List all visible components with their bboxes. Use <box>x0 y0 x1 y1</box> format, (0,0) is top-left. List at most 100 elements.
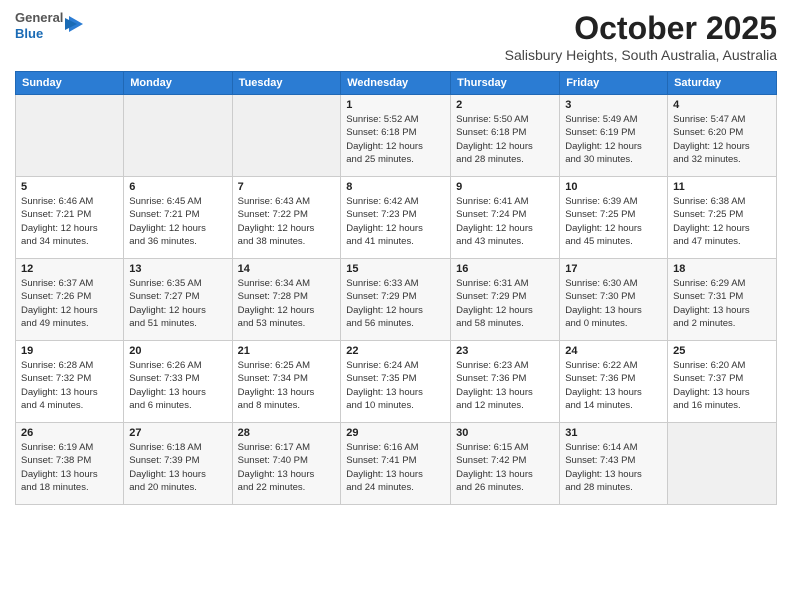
day-info: Sunrise: 6:29 AM Sunset: 7:31 PM Dayligh… <box>673 277 771 330</box>
day-info: Sunrise: 6:23 AM Sunset: 7:36 PM Dayligh… <box>456 359 554 412</box>
calendar-cell: 14 Sunrise: 6:34 AM Sunset: 7:28 PM Dayli… <box>232 259 341 341</box>
week-row-3: 19 Sunrise: 6:28 AM Sunset: 7:32 PM Dayli… <box>16 341 777 423</box>
calendar-cell: 17Sunrise: 6:30 AM Sunset: 7:30 PM Dayli… <box>560 259 668 341</box>
day-number: 5 <box>21 181 118 193</box>
weekday-row: SundayMondayTuesdayWednesdayThursdayFrid… <box>16 72 777 95</box>
day-info: Sunrise: 5:50 AM Sunset: 6:18 PM Dayligh… <box>456 113 554 166</box>
calendar-cell: 30 Sunrise: 6:15 AM Sunset: 7:42 PM Dayli… <box>451 423 560 505</box>
calendar-cell: 3Sunrise: 5:49 AM Sunset: 6:19 PM Daylig… <box>560 95 668 177</box>
day-number: 13 <box>129 263 226 275</box>
calendar-cell: 25 Sunrise: 6:20 AM Sunset: 7:37 PM Dayli… <box>668 341 777 423</box>
calendar-cell: 10 Sunrise: 6:39 AM Sunset: 7:25 PM Dayli… <box>560 177 668 259</box>
calendar-cell <box>232 95 341 177</box>
calendar-cell: 23 Sunrise: 6:23 AM Sunset: 7:36 PM Dayli… <box>451 341 560 423</box>
calendar-cell: 21 Sunrise: 6:25 AM Sunset: 7:34 PM Dayli… <box>232 341 341 423</box>
day-info: Sunrise: 6:38 AM Sunset: 7:25 PM Dayligh… <box>673 195 771 248</box>
day-number: 4 <box>673 99 771 111</box>
day-info: Sunrise: 6:41 AM Sunset: 7:24 PM Dayligh… <box>456 195 554 248</box>
calendar-body: 1Sunrise: 5:52 AM Sunset: 6:18 PM Daylig… <box>16 95 777 505</box>
day-info: Sunrise: 5:52 AM Sunset: 6:18 PM Dayligh… <box>346 113 445 166</box>
calendar-cell: 26Sunrise: 6:19 AM Sunset: 7:38 PM Dayli… <box>16 423 124 505</box>
day-number: 29 <box>346 427 445 439</box>
calendar-cell: 8 Sunrise: 6:42 AM Sunset: 7:23 PM Daylig… <box>341 177 451 259</box>
calendar-cell: 24 Sunrise: 6:22 AM Sunset: 7:36 PM Dayli… <box>560 341 668 423</box>
day-info: Sunrise: 6:45 AM Sunset: 7:21 PM Dayligh… <box>129 195 226 248</box>
day-number: 14 <box>238 263 336 275</box>
calendar-cell: 13 Sunrise: 6:35 AM Sunset: 7:27 PM Dayli… <box>124 259 232 341</box>
day-info: Sunrise: 6:14 AM Sunset: 7:43 PM Dayligh… <box>565 441 662 494</box>
day-number: 8 <box>346 181 445 193</box>
calendar-cell <box>668 423 777 505</box>
calendar-cell: 28 Sunrise: 6:17 AM Sunset: 7:40 PM Dayli… <box>232 423 341 505</box>
logo-general: General <box>15 10 63 26</box>
day-number: 6 <box>129 181 226 193</box>
header: General Blue October 2025 Salisbury Heig… <box>15 10 777 63</box>
calendar-cell: 7Sunrise: 6:43 AM Sunset: 7:22 PM Daylig… <box>232 177 341 259</box>
day-info: Sunrise: 6:28 AM Sunset: 7:32 PM Dayligh… <box>21 359 118 412</box>
weekday-header-friday: Friday <box>560 72 668 95</box>
day-info: Sunrise: 6:15 AM Sunset: 7:42 PM Dayligh… <box>456 441 554 494</box>
calendar-cell: 18 Sunrise: 6:29 AM Sunset: 7:31 PM Dayli… <box>668 259 777 341</box>
day-number: 9 <box>456 181 554 193</box>
day-number: 19 <box>21 345 118 357</box>
calendar-cell: 22Sunrise: 6:24 AM Sunset: 7:35 PM Dayli… <box>341 341 451 423</box>
calendar-cell: 2Sunrise: 5:50 AM Sunset: 6:18 PM Daylig… <box>451 95 560 177</box>
page: General Blue October 2025 Salisbury Heig… <box>0 0 792 612</box>
day-info: Sunrise: 6:34 AM Sunset: 7:28 PM Dayligh… <box>238 277 336 330</box>
day-number: 15 <box>346 263 445 275</box>
day-info: Sunrise: 6:17 AM Sunset: 7:40 PM Dayligh… <box>238 441 336 494</box>
day-info: Sunrise: 6:18 AM Sunset: 7:39 PM Dayligh… <box>129 441 226 494</box>
day-number: 21 <box>238 345 336 357</box>
weekday-header-sunday: Sunday <box>16 72 124 95</box>
calendar-cell: 4 Sunrise: 5:47 AM Sunset: 6:20 PM Daylig… <box>668 95 777 177</box>
day-number: 10 <box>565 181 662 193</box>
day-number: 22 <box>346 345 445 357</box>
day-number: 11 <box>673 181 771 193</box>
weekday-header-thursday: Thursday <box>451 72 560 95</box>
logo-blue: Blue <box>15 26 63 42</box>
calendar-cell: 1Sunrise: 5:52 AM Sunset: 6:18 PM Daylig… <box>341 95 451 177</box>
day-number: 25 <box>673 345 771 357</box>
day-number: 20 <box>129 345 226 357</box>
day-info: Sunrise: 6:42 AM Sunset: 7:23 PM Dayligh… <box>346 195 445 248</box>
day-info: Sunrise: 6:37 AM Sunset: 7:26 PM Dayligh… <box>21 277 118 330</box>
title-block: October 2025 Salisbury Heights, South Au… <box>505 10 777 63</box>
calendar-cell: 6 Sunrise: 6:45 AM Sunset: 7:21 PM Daylig… <box>124 177 232 259</box>
day-info: Sunrise: 6:35 AM Sunset: 7:27 PM Dayligh… <box>129 277 226 330</box>
weekday-header-saturday: Saturday <box>668 72 777 95</box>
calendar-cell: 29Sunrise: 6:16 AM Sunset: 7:41 PM Dayli… <box>341 423 451 505</box>
calendar-cell: 20Sunrise: 6:26 AM Sunset: 7:33 PM Dayli… <box>124 341 232 423</box>
day-number: 27 <box>129 427 226 439</box>
week-row-4: 26Sunrise: 6:19 AM Sunset: 7:38 PM Dayli… <box>16 423 777 505</box>
logo: General Blue <box>15 10 83 41</box>
day-number: 16 <box>456 263 554 275</box>
day-info: Sunrise: 6:39 AM Sunset: 7:25 PM Dayligh… <box>565 195 662 248</box>
calendar-cell: 9 Sunrise: 6:41 AM Sunset: 7:24 PM Daylig… <box>451 177 560 259</box>
day-info: Sunrise: 5:49 AM Sunset: 6:19 PM Dayligh… <box>565 113 662 166</box>
day-info: Sunrise: 6:22 AM Sunset: 7:36 PM Dayligh… <box>565 359 662 412</box>
calendar-cell: 5Sunrise: 6:46 AM Sunset: 7:21 PM Daylig… <box>16 177 124 259</box>
day-info: Sunrise: 6:33 AM Sunset: 7:29 PM Dayligh… <box>346 277 445 330</box>
day-number: 31 <box>565 427 662 439</box>
calendar-header: SundayMondayTuesdayWednesdayThursdayFrid… <box>16 72 777 95</box>
month-title: October 2025 <box>505 10 777 47</box>
week-row-1: 5Sunrise: 6:46 AM Sunset: 7:21 PM Daylig… <box>16 177 777 259</box>
calendar-cell: 16Sunrise: 6:31 AM Sunset: 7:29 PM Dayli… <box>451 259 560 341</box>
day-info: Sunrise: 6:43 AM Sunset: 7:22 PM Dayligh… <box>238 195 336 248</box>
calendar-cell: 15 Sunrise: 6:33 AM Sunset: 7:29 PM Dayli… <box>341 259 451 341</box>
weekday-header-monday: Monday <box>124 72 232 95</box>
day-number: 30 <box>456 427 554 439</box>
day-info: Sunrise: 6:25 AM Sunset: 7:34 PM Dayligh… <box>238 359 336 412</box>
day-number: 18 <box>673 263 771 275</box>
day-info: Sunrise: 6:20 AM Sunset: 7:37 PM Dayligh… <box>673 359 771 412</box>
day-number: 23 <box>456 345 554 357</box>
day-number: 12 <box>21 263 118 275</box>
logo-icon <box>65 14 83 36</box>
logo-text: General Blue <box>15 10 63 41</box>
day-info: Sunrise: 5:47 AM Sunset: 6:20 PM Dayligh… <box>673 113 771 166</box>
day-number: 28 <box>238 427 336 439</box>
week-row-2: 12 Sunrise: 6:37 AM Sunset: 7:26 PM Dayli… <box>16 259 777 341</box>
weekday-header-wednesday: Wednesday <box>341 72 451 95</box>
day-number: 24 <box>565 345 662 357</box>
day-number: 26 <box>21 427 118 439</box>
